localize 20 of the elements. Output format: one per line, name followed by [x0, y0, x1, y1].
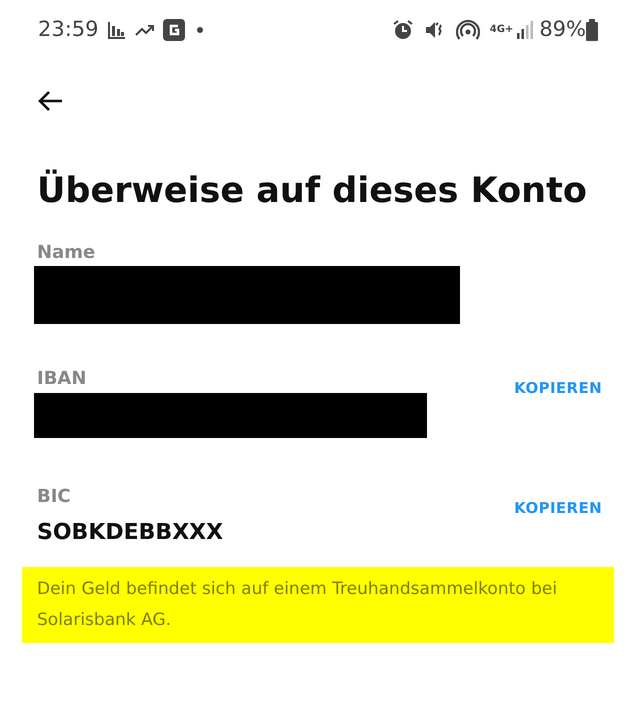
field-label: BIC [37, 486, 72, 508]
page-title: Überweise auf dieses Konto [36, 170, 588, 213]
clock: 23:59 [38, 16, 99, 44]
notice-banner: Dein Geld befindet sich auf einem Treuhandsammelkonto bei Solarisbank AG. [22, 567, 614, 644]
trend-icon [134, 23, 155, 37]
copy-link[interactable]: KOPIEREN [514, 497, 602, 520]
hotspot-icon [456, 19, 480, 41]
field-value: SOBKDEBBXXX [37, 519, 224, 548]
field-label: Name [37, 242, 96, 264]
battery-icon [586, 19, 598, 41]
alarm-icon [392, 19, 414, 41]
bar-chart-icon [106, 20, 127, 40]
signal-icon [517, 21, 534, 39]
dot-icon [196, 27, 203, 33]
app-icon [162, 19, 185, 41]
back-arrow-icon[interactable] [37, 90, 63, 112]
copy-link[interactable]: KOPIEREN [514, 376, 602, 400]
network-type: 4G+ [490, 25, 514, 35]
battery-level: 89% [539, 16, 586, 44]
field-label: IBAN [37, 368, 88, 391]
